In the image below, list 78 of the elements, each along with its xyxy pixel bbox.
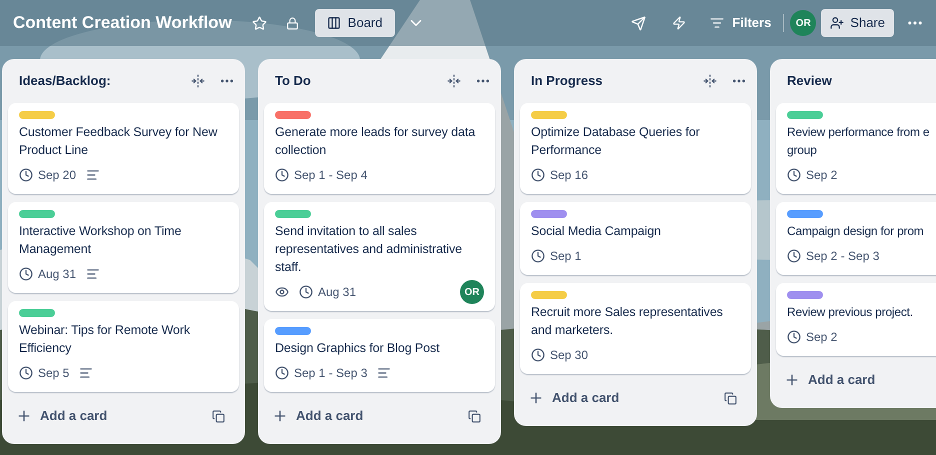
clock-icon xyxy=(787,330,801,344)
list-title[interactable]: Ideas/Backlog: xyxy=(19,71,111,91)
star-icon[interactable] xyxy=(252,16,267,30)
due-date: Aug 31 xyxy=(318,284,356,301)
collapse-icon[interactable] xyxy=(447,74,461,88)
due-date: Sep 2 xyxy=(806,329,838,346)
due-date: Sep 16 xyxy=(550,167,588,184)
due-date: Sep 20 xyxy=(38,167,76,184)
add-card-button[interactable]: Add a card xyxy=(16,406,108,426)
plus-icon xyxy=(784,372,800,388)
plus-icon xyxy=(272,408,288,424)
card-title: Campaign design for prom xyxy=(787,223,925,240)
lock-icon[interactable] xyxy=(286,16,299,30)
card[interactable]: Design Graphics for Blog Post Sep 1 - Sep 3 xyxy=(264,319,495,392)
card-title: Generate more leads for survey data collection xyxy=(275,124,476,159)
due-date: Aug 31 xyxy=(38,266,76,283)
card-title: Design Graphics for Blog Post xyxy=(275,340,441,357)
due-date: Sep 2 - Sep 3 xyxy=(806,248,880,265)
clock-icon xyxy=(787,249,801,263)
list-title[interactable]: Review xyxy=(787,71,832,91)
add-card-button[interactable]: Add a card xyxy=(272,406,364,426)
due-date: Sep 1 - Sep 3 xyxy=(294,365,368,382)
template-icon[interactable] xyxy=(468,410,481,422)
clock-icon xyxy=(19,366,33,380)
clock-icon xyxy=(531,348,545,362)
due-date: Sep 2 xyxy=(806,167,838,184)
card[interactable]: Customer Feedback Survey for New Product Line Sep 20 xyxy=(8,103,239,194)
due-date: Sep 1 xyxy=(550,248,582,265)
filter-icon xyxy=(710,16,724,30)
bolt-icon[interactable] xyxy=(672,16,686,30)
card[interactable]: Campaign design for prom Sep 2 - Sep 3 xyxy=(776,202,936,275)
due-date: Sep 30 xyxy=(550,347,588,364)
card[interactable]: Interactive Workshop on Time Management Aug 31 xyxy=(8,202,239,293)
member-avatar[interactable]: OR xyxy=(460,280,484,304)
collapse-icon[interactable] xyxy=(703,74,717,88)
board-view-button[interactable]: Board xyxy=(314,9,394,37)
plus-icon xyxy=(528,390,544,406)
card[interactable]: Webinar: Tips for Remote Work Efficiency Sep 5 xyxy=(8,301,239,392)
card[interactable]: Review performance from e group Sep 2 xyxy=(776,103,936,194)
template-icon[interactable] xyxy=(724,392,737,404)
clock-icon xyxy=(787,168,801,182)
due-date: Sep 5 xyxy=(38,365,70,382)
clock-icon xyxy=(531,249,545,263)
card-title: Customer Feedback Survey for New Product Line xyxy=(19,124,218,159)
due-date: Sep 1 - Sep 4 xyxy=(294,167,368,184)
share-button[interactable]: Share xyxy=(821,9,894,37)
board-icon xyxy=(326,16,341,30)
clock-icon xyxy=(275,168,289,182)
list-title[interactable]: In Progress xyxy=(531,71,603,91)
list-title[interactable]: To Do xyxy=(275,71,311,91)
clock-icon xyxy=(19,168,33,182)
card[interactable]: Send invitation to all sales representatives and administrative staff. Aug 31 OR xyxy=(264,202,495,311)
clock-icon xyxy=(299,285,313,299)
send-icon[interactable] xyxy=(631,16,646,30)
card[interactable]: Generate more leads for survey data collection Sep 1 - Sep 4 xyxy=(264,103,495,194)
card[interactable]: Social Media Campaign Sep 1 xyxy=(520,202,751,275)
add-user-icon xyxy=(830,16,844,30)
card[interactable]: Optimize Database Queries for Performance Sep 16 xyxy=(520,103,751,194)
card[interactable]: Review previous project. Sep 2 xyxy=(776,283,936,356)
card-title: Recruit more Sales representatives and marketers. xyxy=(531,304,724,339)
plus-icon xyxy=(16,408,32,424)
card-title: Webinar: Tips for Remote Work Efficiency xyxy=(19,322,192,357)
card-title: Optimize Database Queries for Performance xyxy=(531,124,701,159)
board-title: Content Creation Workflow xyxy=(13,12,232,34)
card[interactable]: Recruit more Sales representatives and marketers. Sep 30 xyxy=(520,283,751,374)
clock-icon xyxy=(531,168,545,182)
clock-icon xyxy=(19,267,33,281)
card-title: Review performance from e group xyxy=(787,124,930,159)
clock-icon xyxy=(275,366,289,380)
filters-button[interactable]: Filters xyxy=(710,13,772,33)
collapse-icon[interactable] xyxy=(191,74,205,88)
card-title: Send invitation to all sales representatives and administrative staff. xyxy=(275,223,463,276)
card-title: Social Media Campaign xyxy=(531,223,662,240)
template-icon[interactable] xyxy=(212,410,225,422)
card-title: Interactive Workshop on Time Management xyxy=(19,223,182,258)
add-card-button[interactable]: Add a card xyxy=(784,370,876,390)
add-card-button[interactable]: Add a card xyxy=(528,388,620,408)
card-title: Review previous project. xyxy=(787,304,914,321)
